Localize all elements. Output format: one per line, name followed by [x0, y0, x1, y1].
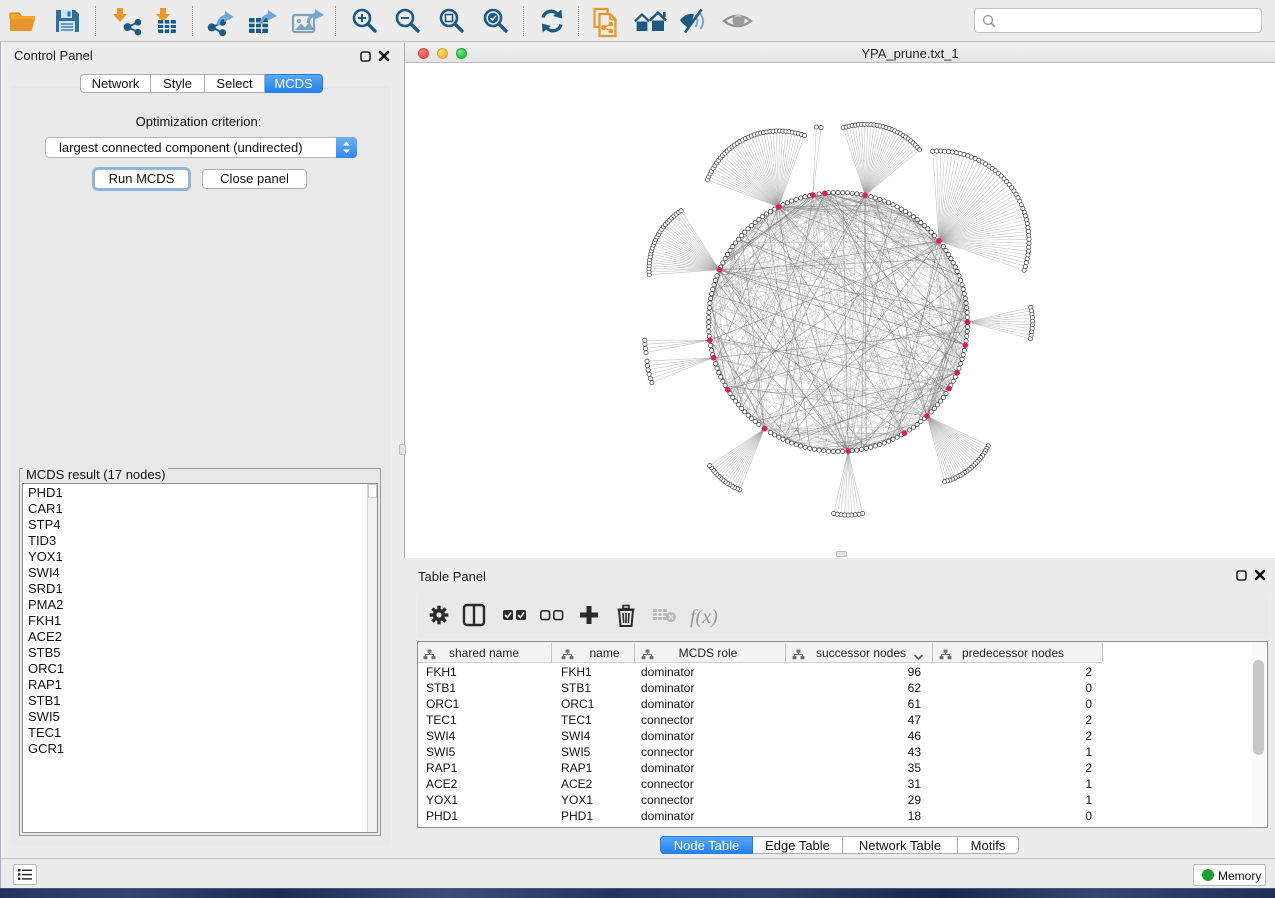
svg-text:f(x): f(x) [690, 606, 718, 628]
